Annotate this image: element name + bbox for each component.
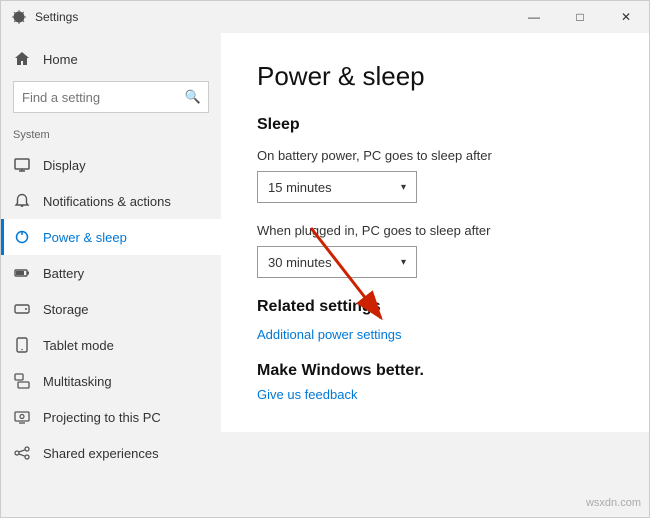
plugged-sleep-dropdown[interactable]: 30 minutes ▾ xyxy=(257,246,417,278)
sidebar-label-display: Display xyxy=(43,158,86,173)
titlebar-left: Settings xyxy=(11,9,78,25)
search-box: 🔍 xyxy=(13,81,209,113)
sidebar-label-battery: Battery xyxy=(43,266,84,281)
sidebar-item-battery[interactable]: Battery xyxy=(1,255,221,291)
sidebar-label-storage: Storage xyxy=(43,302,89,317)
main-panel-wrapper: Power & sleep Sleep On battery power, PC… xyxy=(221,33,649,517)
watermark: wsxdn.com xyxy=(586,497,641,509)
related-settings-section: Related settings Additional power settin… xyxy=(257,298,613,362)
battery-sleep-label: On battery power, PC goes to sleep after xyxy=(257,148,613,163)
sidebar-label-shared-experiences: Shared experiences xyxy=(43,446,159,461)
system-section-label: System xyxy=(1,125,221,147)
make-better-title: Make Windows better. xyxy=(257,362,613,380)
plugged-sleep-value: 30 minutes xyxy=(268,255,332,270)
make-better-section: Make Windows better. Give us feedback xyxy=(257,362,613,404)
search-icon: 🔍 xyxy=(185,89,201,105)
plugged-sleep-label: When plugged in, PC goes to sleep after xyxy=(257,223,613,238)
sidebar-item-projecting[interactable]: Projecting to this PC xyxy=(1,399,221,435)
titlebar-controls: — □ ✕ xyxy=(511,1,649,33)
sidebar-label-power-sleep: Power & sleep xyxy=(43,230,127,245)
notifications-icon xyxy=(13,192,31,210)
sidebar-item-power-sleep[interactable]: Power & sleep xyxy=(1,219,221,255)
sleep-section: Sleep On battery power, PC goes to sleep… xyxy=(257,116,613,278)
sidebar-label-tablet-mode: Tablet mode xyxy=(43,338,114,353)
additional-power-settings-link[interactable]: Additional power settings xyxy=(257,327,402,342)
shared-icon xyxy=(13,444,31,462)
battery-sleep-value: 15 minutes xyxy=(268,180,332,195)
sidebar-item-multitasking[interactable]: Multitasking xyxy=(1,363,221,399)
minimize-button[interactable]: — xyxy=(511,1,557,33)
sidebar-item-storage[interactable]: Storage xyxy=(1,291,221,327)
sidebar-label-multitasking: Multitasking xyxy=(43,374,112,389)
sleep-section-title: Sleep xyxy=(257,116,613,134)
sidebar-item-display[interactable]: Display xyxy=(1,147,221,183)
sidebar-item-tablet-mode[interactable]: Tablet mode xyxy=(1,327,221,363)
main-panel: Power & sleep Sleep On battery power, PC… xyxy=(221,33,649,432)
battery-sleep-arrow: ▾ xyxy=(401,182,406,193)
storage-icon xyxy=(13,300,31,318)
maximize-button[interactable]: □ xyxy=(557,1,603,33)
sidebar-label-notifications: Notifications & actions xyxy=(43,194,171,209)
sidebar-item-shared-experiences[interactable]: Shared experiences xyxy=(1,435,221,471)
battery-icon xyxy=(13,264,31,282)
sidebar-label-home: Home xyxy=(43,52,78,67)
settings-window: Settings — □ ✕ Home 🔍 System xyxy=(0,0,650,518)
window-title: Settings xyxy=(35,10,78,24)
plugged-sleep-arrow: ▾ xyxy=(401,257,406,268)
home-icon xyxy=(13,50,31,68)
close-button[interactable]: ✕ xyxy=(603,1,649,33)
page-title: Power & sleep xyxy=(257,61,613,92)
battery-sleep-dropdown[interactable]: 15 minutes ▾ xyxy=(257,171,417,203)
tablet-icon xyxy=(13,336,31,354)
related-settings-title: Related settings xyxy=(257,298,613,316)
settings-icon xyxy=(11,9,27,25)
content-area: Home 🔍 System Display Notifi xyxy=(1,33,649,517)
sidebar-item-home[interactable]: Home xyxy=(1,41,221,77)
sidebar: Home 🔍 System Display Notifi xyxy=(1,33,221,517)
projecting-icon xyxy=(13,408,31,426)
display-icon xyxy=(13,156,31,174)
multitasking-icon xyxy=(13,372,31,390)
sidebar-item-notifications[interactable]: Notifications & actions xyxy=(1,183,221,219)
power-icon xyxy=(13,228,31,246)
sidebar-label-projecting: Projecting to this PC xyxy=(43,410,161,425)
titlebar: Settings — □ ✕ xyxy=(1,1,649,33)
give-feedback-link[interactable]: Give us feedback xyxy=(257,387,357,402)
search-input[interactable] xyxy=(13,81,209,113)
